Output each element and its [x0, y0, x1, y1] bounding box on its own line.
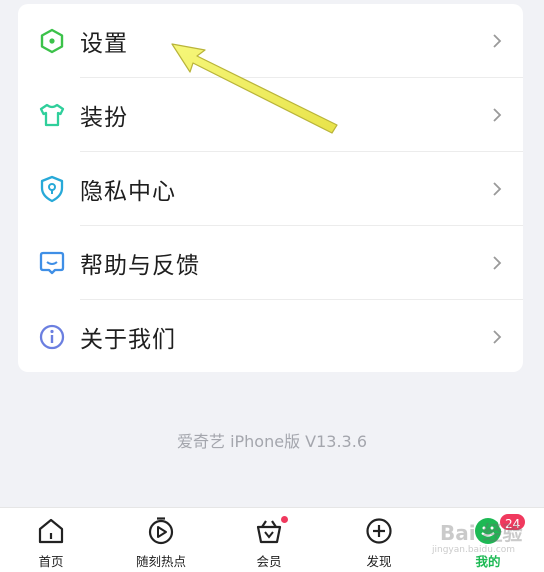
- tab-label: 随刻热点: [135, 554, 186, 569]
- tab-label: 首页: [38, 554, 64, 569]
- play-clock-icon: [148, 517, 174, 545]
- unread-badge: 24: [498, 512, 528, 532]
- chevron-right-icon: [493, 108, 502, 122]
- shield-lock-icon: [38, 175, 66, 203]
- menu-item-about-us[interactable]: 关于我们: [18, 300, 523, 372]
- tab-discover[interactable]: 发现: [329, 508, 429, 572]
- discover-plus-icon: [366, 518, 392, 544]
- menu-item-label: 装扮: [80, 105, 128, 131]
- tab-label: 发现: [366, 554, 392, 569]
- tab-home[interactable]: 首页: [1, 508, 101, 572]
- tab-mine[interactable]: 24 我的: [438, 508, 538, 572]
- tab-label: 我的: [475, 554, 501, 569]
- tab-label: 会员: [256, 554, 282, 569]
- menu-item-label: 帮助与反馈: [80, 253, 200, 279]
- menu-item-label: 隐私中心: [80, 179, 176, 205]
- chevron-right-icon: [493, 34, 502, 48]
- notification-dot: [281, 516, 288, 523]
- menu-item-dressup[interactable]: 装扮: [18, 78, 523, 152]
- home-icon: [38, 518, 64, 544]
- vip-basket-icon: [256, 520, 282, 544]
- menu-item-label: 设置: [80, 31, 128, 57]
- bottom-tab-bar: 首页 随刻热点 会员 发现 24 我的: [0, 507, 544, 572]
- hexagon-settings-icon: [38, 27, 66, 55]
- chevron-right-icon: [493, 182, 502, 196]
- info-icon: [38, 323, 66, 351]
- menu-item-label: 关于我们: [80, 327, 176, 353]
- chat-feedback-icon: [38, 249, 66, 277]
- menu-item-help-feedback[interactable]: 帮助与反馈: [18, 226, 523, 300]
- menu-item-settings[interactable]: 设置: [18, 4, 523, 78]
- chevron-right-icon: [493, 256, 502, 270]
- tab-vip[interactable]: 会员: [219, 508, 319, 572]
- menu-item-privacy[interactable]: 隐私中心: [18, 152, 523, 226]
- menu-card: 设置 装扮 隐私中心 帮助与反馈 关于我们: [18, 4, 523, 372]
- app-version-text: 爱奇艺 iPhone版 V13.3.6: [176, 432, 368, 451]
- chevron-right-icon: [493, 330, 502, 344]
- tshirt-icon: [38, 101, 66, 129]
- tab-hot[interactable]: 随刻热点: [111, 508, 211, 572]
